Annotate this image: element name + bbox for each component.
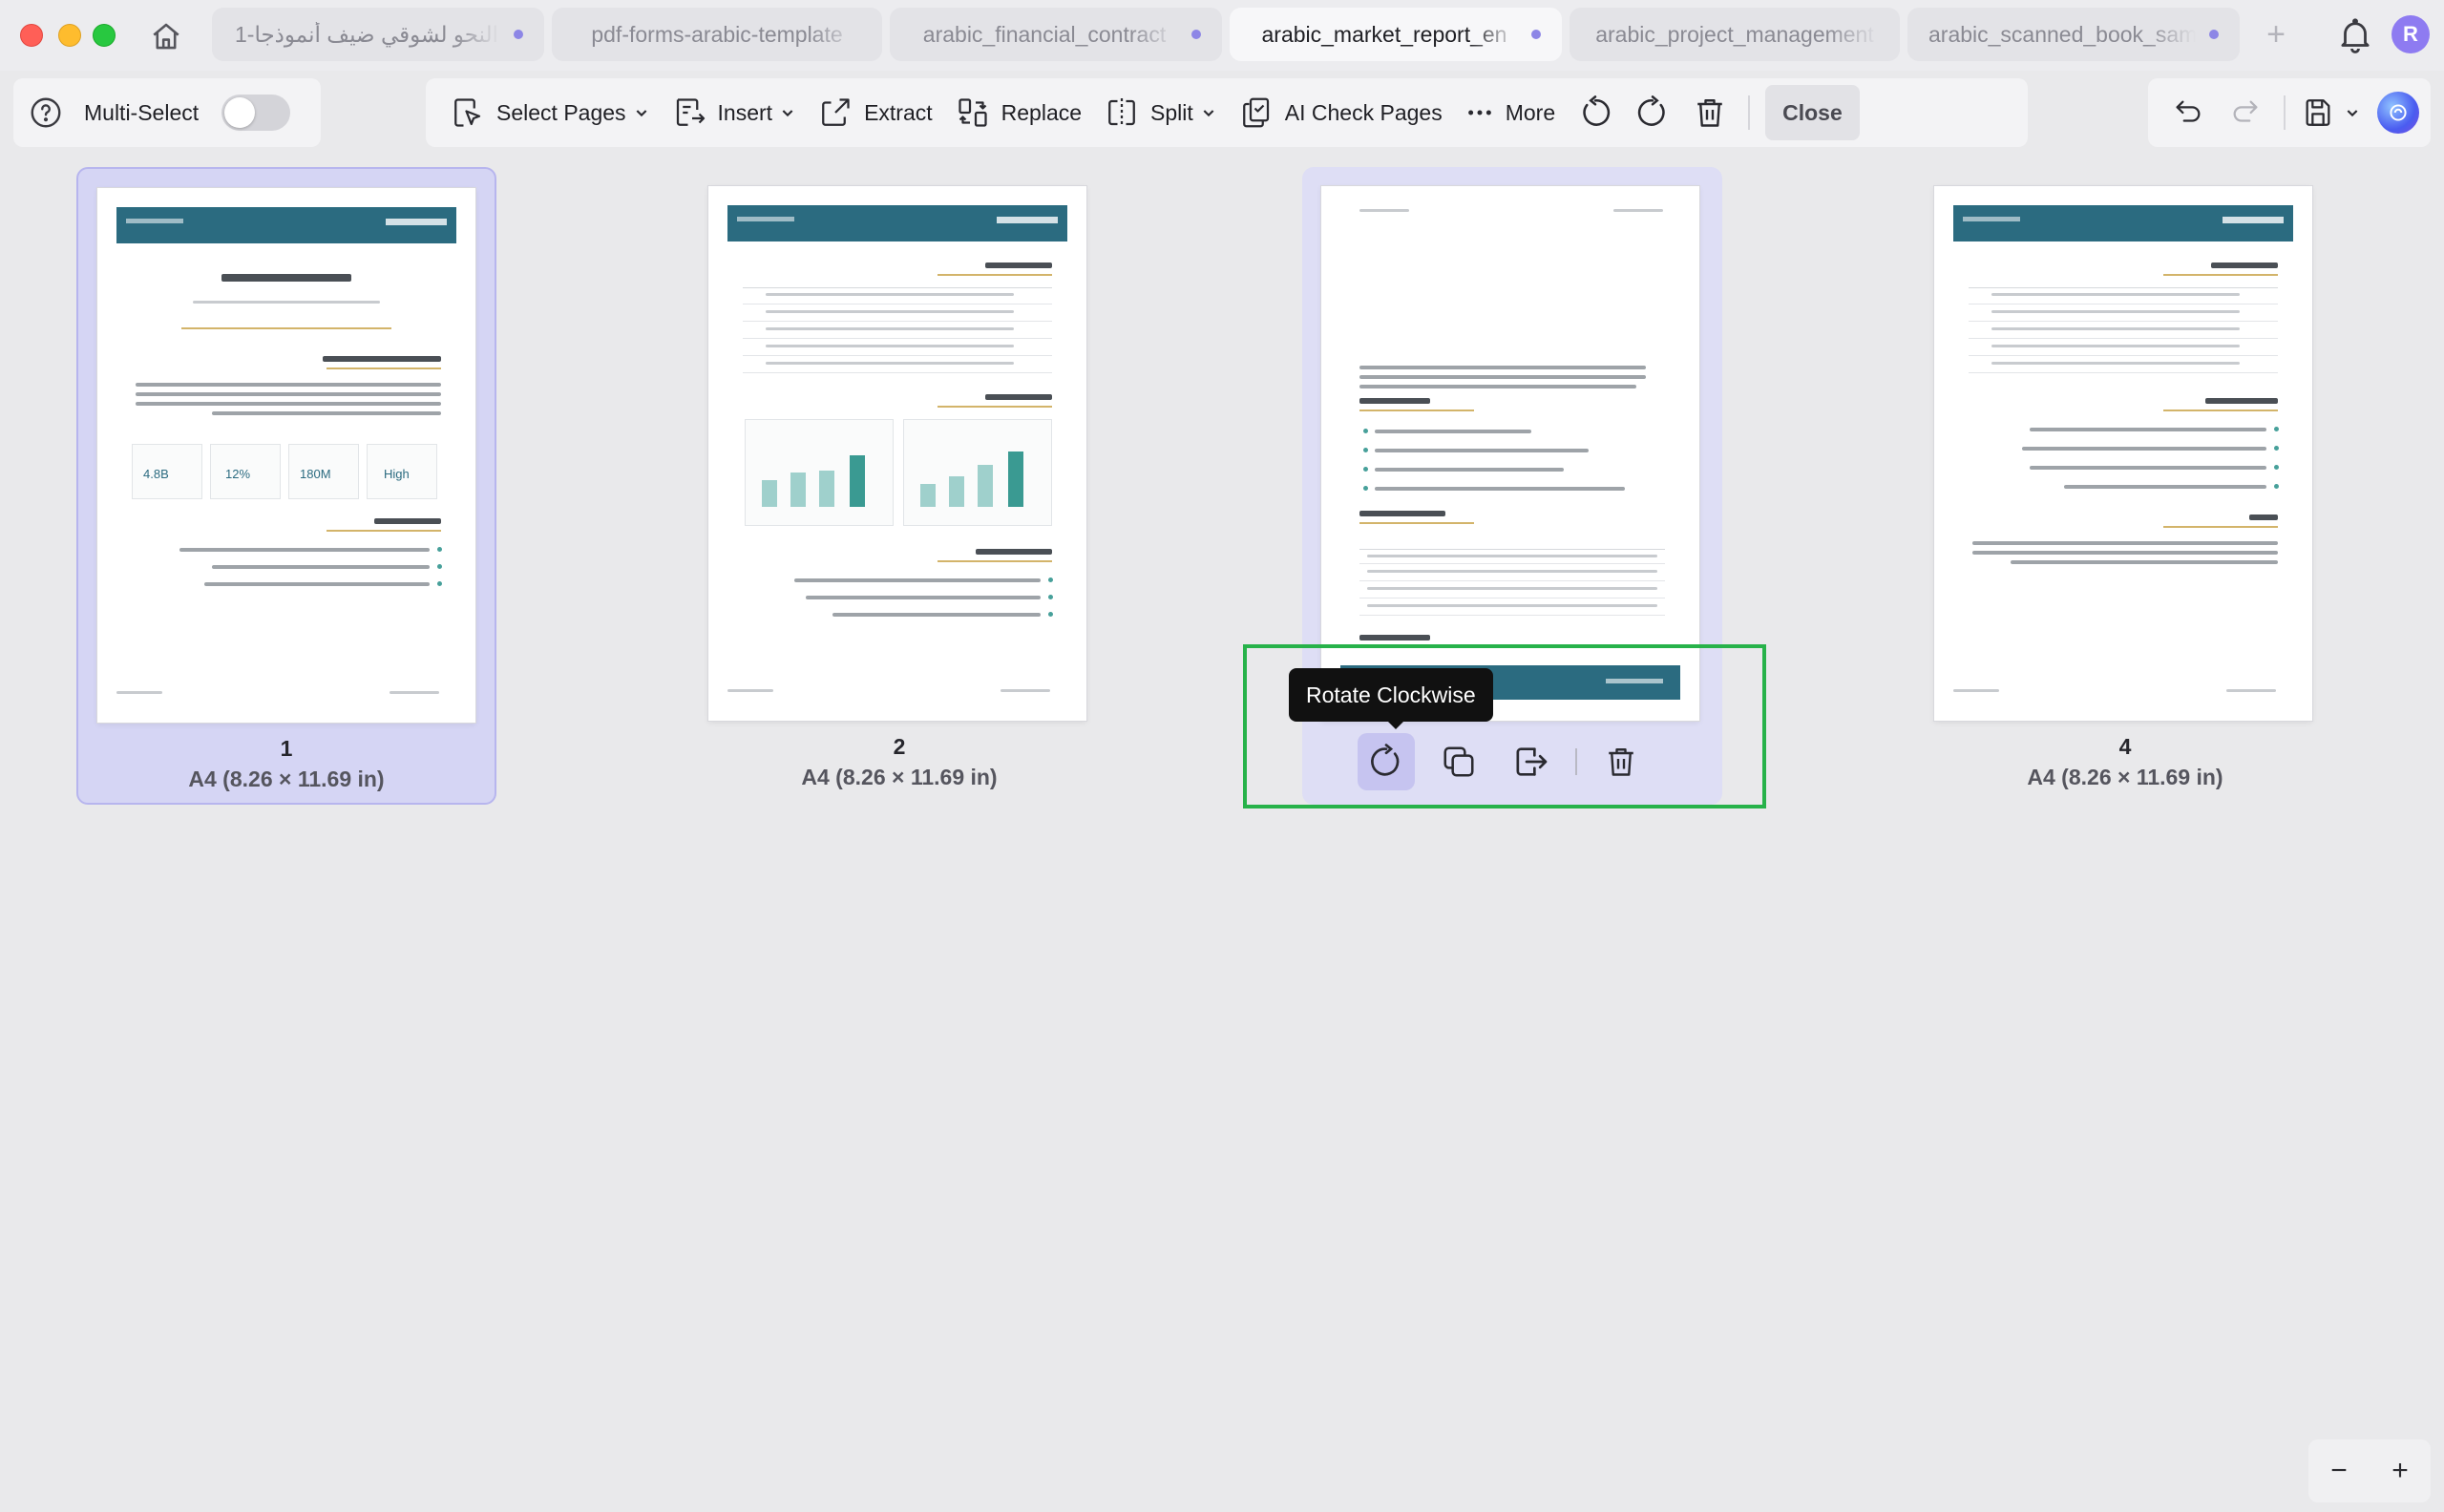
ai-check-label: AI Check Pages — [1284, 99, 1443, 125]
insert-icon — [676, 98, 705, 126]
rotate-counterclockwise-icon[interactable] — [1567, 86, 1624, 139]
home-icon[interactable] — [145, 15, 187, 57]
split-label: Split — [1150, 99, 1193, 125]
replace-icon — [959, 98, 987, 127]
bell-icon[interactable] — [2335, 15, 2375, 55]
tab-label: النحو لشوقي ضيف أنموذجا-1 — [235, 21, 498, 47]
kpi-value: High — [384, 467, 410, 481]
tab-4[interactable]: arabic_project_management — [1570, 8, 1900, 61]
tab-2[interactable]: arabic_financial_contract — [890, 8, 1222, 61]
tab-5[interactable]: arabic_scanned_book_sample — [1907, 8, 2240, 61]
kpi-value: 180M — [300, 467, 331, 481]
page-thumbnail[interactable] — [1321, 186, 1699, 721]
toolbar-divider — [2284, 95, 2286, 130]
help-icon[interactable] — [29, 95, 63, 130]
select-pages-icon — [454, 98, 481, 127]
insert-button[interactable]: Insert — [661, 86, 808, 139]
page-rotate-clockwise-icon[interactable] — [1358, 733, 1415, 790]
window-minimize-button[interactable] — [58, 24, 81, 47]
window-close-button[interactable] — [20, 24, 43, 47]
report-header-band — [727, 205, 1067, 242]
chevron-down-icon[interactable] — [2341, 101, 2364, 124]
page-card-4[interactable]: 4 A4 (8.26 × 11.69 in) — [1915, 167, 2335, 805]
toolbar-divider — [1748, 95, 1751, 130]
tab-modified-dot — [2209, 30, 2219, 39]
tab-1[interactable]: pdf-forms-arabic-template — [552, 8, 882, 61]
chevron-down-icon — [1203, 110, 1214, 117]
tab-modified-dot — [1531, 30, 1541, 39]
more-icon — [1467, 110, 1491, 116]
close-button[interactable]: Close — [1765, 85, 1860, 140]
tab-label: arabic_scanned_book_sample — [1928, 21, 2196, 47]
document-actions-panel — [2148, 78, 2431, 147]
select-pages-label: Select Pages — [496, 99, 626, 125]
page-thumbnail[interactable] — [708, 186, 1086, 721]
undo-icon[interactable] — [2160, 86, 2217, 139]
page-toolbar: Select Pages Insert Extract Replace Spli… — [426, 78, 2028, 147]
tab-label: arabic_market_report_en — [1261, 21, 1507, 47]
toggle-knob — [224, 97, 256, 128]
kpi-value: 4.8B — [143, 467, 169, 481]
page-card-2[interactable]: 2 A4 (8.26 × 11.69 in) — [689, 167, 1109, 805]
page-number: 2 — [893, 734, 906, 759]
report-header-band — [1953, 205, 2293, 242]
ai-assistant-icon[interactable] — [2377, 92, 2419, 134]
redo-icon[interactable] — [2217, 86, 2274, 139]
ai-check-icon — [1242, 97, 1269, 128]
tab-0[interactable]: النحو لشوقي ضيف أنموذجا-1 — [212, 8, 544, 61]
zoom-in-button[interactable]: + — [2391, 1455, 2409, 1487]
tab-modified-dot — [1191, 30, 1201, 39]
rotate-clockwise-icon[interactable] — [1624, 86, 1681, 139]
actions-divider — [1575, 748, 1577, 775]
window-zoom-button[interactable] — [93, 24, 116, 47]
tab-3[interactable]: arabic_market_report_en — [1230, 8, 1562, 61]
extract-icon — [822, 98, 850, 126]
insert-label: Insert — [717, 99, 773, 125]
page-number: 1 — [280, 736, 293, 761]
replace-button[interactable]: Replace — [944, 86, 1093, 139]
more-label: More — [1505, 99, 1556, 125]
page-thumbnail[interactable]: 4.8B 12% 180M High — [97, 188, 475, 723]
page-size: A4 (8.26 × 11.69 in) — [188, 766, 385, 791]
bar-chart-thumbnail — [920, 450, 1039, 507]
split-button[interactable]: Split — [1093, 86, 1228, 139]
save-icon[interactable] — [2295, 86, 2341, 139]
kpi-value: 12% — [225, 467, 251, 481]
tab-modified-dot — [514, 30, 523, 39]
multi-select-label: Multi-Select — [84, 99, 200, 125]
select-pages-button[interactable]: Select Pages — [439, 86, 661, 139]
ai-check-pages-button[interactable]: AI Check Pages — [1228, 86, 1454, 139]
chevron-down-icon — [782, 110, 793, 117]
split-icon — [1108, 98, 1135, 127]
chevron-down-icon — [636, 110, 646, 117]
title-bar: النحو لشوقي ضيف أنموذجا-1 pdf-forms-arab… — [0, 0, 2444, 71]
zoom-out-button[interactable]: − — [2330, 1455, 2348, 1487]
page-thumbnail[interactable] — [1934, 186, 2312, 721]
page-duplicate-icon[interactable] — [1430, 733, 1487, 790]
new-tab-button[interactable]: + — [2257, 13, 2295, 55]
page-card-1[interactable]: 4.8B 12% 180M High 1 A4 (8.26 × 11.69 in… — [76, 167, 496, 805]
zoom-controls: − + — [2308, 1439, 2431, 1502]
multi-select-toggle[interactable] — [221, 94, 291, 131]
extract-label: Extract — [864, 99, 933, 125]
page-extract-icon[interactable] — [1503, 733, 1560, 790]
avatar[interactable]: R — [2391, 15, 2430, 53]
page-size: A4 (8.26 × 11.69 in) — [2027, 765, 2223, 789]
multi-select-panel: Multi-Select — [13, 78, 321, 147]
tab-label: pdf-forms-arabic-template — [591, 21, 843, 47]
page-size: A4 (8.26 × 11.69 in) — [801, 765, 998, 789]
replace-label: Replace — [1001, 99, 1083, 125]
more-button[interactable]: More — [1454, 86, 1567, 139]
rotate-clockwise-tooltip: Rotate Clockwise — [1289, 668, 1493, 729]
trash-icon[interactable] — [1681, 86, 1738, 139]
report-header-band — [116, 207, 456, 243]
page-number: 4 — [2118, 734, 2132, 759]
page-actions-bar — [1358, 733, 1665, 790]
extract-button[interactable]: Extract — [807, 86, 944, 139]
page-delete-icon[interactable] — [1592, 733, 1650, 790]
tab-label: arabic_financial_contract — [922, 21, 1167, 47]
bar-chart-thumbnail — [762, 450, 880, 507]
tab-label: arabic_project_management — [1595, 21, 1874, 47]
